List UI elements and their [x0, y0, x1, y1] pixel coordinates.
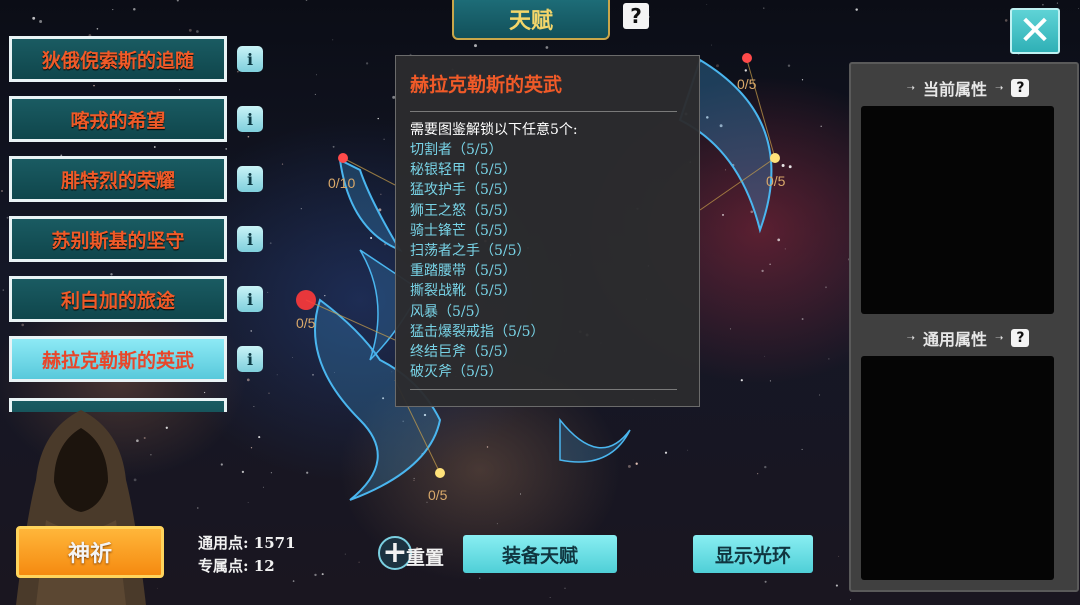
talent-item: 喀戎的希望 i: [9, 96, 269, 148]
general-attributes-header: ➝ 通用属性 ➝ ?: [851, 326, 1077, 350]
requirement-item: 扫荡者之手（5/5）: [410, 243, 531, 260]
talent-item: 狄俄倪索斯的追随 i: [9, 36, 269, 88]
info-icon[interactable]: i: [237, 46, 263, 72]
help-icon[interactable]: ?: [1011, 79, 1030, 97]
requirement-item: 撕裂战靴（5/5）: [410, 283, 517, 300]
info-icon[interactable]: i: [237, 106, 263, 132]
talent-item: 腓特烈的荣耀 i: [9, 156, 269, 208]
general-points-value: 1571: [253, 534, 296, 552]
arrow-left-icon: ➝: [906, 332, 915, 344]
show-halo-button[interactable]: 显示光环: [693, 535, 813, 573]
tooltip-requirement: 需要图鉴解锁以下任意5个:: [410, 122, 578, 138]
reset-button[interactable]: 重置: [406, 543, 444, 570]
talent-item: 苏别斯基的坚守 i: [9, 216, 269, 268]
general-points-label: 通用点:: [198, 534, 249, 552]
exclusive-points-label: 专属点:: [198, 557, 249, 575]
constellation-node-4[interactable]: [296, 290, 316, 310]
current-attributes-label: 当前属性: [922, 80, 987, 99]
node-label: 0/5: [766, 173, 786, 189]
arrow-left-icon: ➝: [906, 82, 915, 94]
requirement-item: 猛攻护手（5/5）: [410, 182, 517, 199]
talent-button[interactable]: 赫拉克勒斯的英武: [9, 336, 227, 382]
current-attributes-box: [861, 106, 1054, 314]
info-icon[interactable]: i: [237, 226, 263, 252]
tooltip-title: 赫拉克勒斯的英武: [410, 74, 563, 96]
constellation-node-1[interactable]: [742, 53, 752, 63]
info-icon[interactable]: i: [237, 286, 263, 312]
constellation-node-5[interactable]: [435, 468, 445, 478]
info-icon[interactable]: i: [237, 166, 263, 192]
general-attributes-box: [861, 356, 1054, 580]
requirement-item: 狮王之怒（5/5）: [410, 202, 517, 219]
talent-button[interactable]: 喀戎的希望: [9, 96, 227, 142]
talent-button[interactable]: 苏别斯基的坚守: [9, 216, 227, 262]
arrow-right-icon: ➝: [995, 82, 1004, 94]
node-label: 0/5: [737, 76, 757, 92]
divider: [410, 389, 677, 390]
requirement-item: 重踏腰带（5/5）: [410, 263, 517, 280]
pray-button[interactable]: 神祈: [16, 526, 164, 578]
constellation-node-2[interactable]: [338, 153, 348, 163]
help-icon[interactable]: ?: [623, 3, 649, 29]
requirement-item: 骑士锋芒（5/5）: [410, 222, 517, 239]
requirement-item: 猛击爆裂戒指（5/5）: [410, 323, 545, 340]
current-attributes-header: ➝ 当前属性 ➝ ?: [851, 76, 1077, 100]
exclusive-points-value: 12: [253, 557, 275, 575]
help-icon[interactable]: ?: [1011, 329, 1030, 347]
node-label: 0/10: [328, 175, 355, 191]
requirement-item: 切割者（5/5）: [410, 142, 503, 158]
requirement-item: 秘银轻甲（5/5）: [410, 162, 517, 179]
points-display: 通用点: 1571 专属点: 12: [198, 532, 296, 578]
requirement-item: 破灭斧（5/5）: [410, 364, 503, 381]
equip-talent-button[interactable]: 装备天赋: [463, 535, 617, 573]
talent-button[interactable]: 腓特烈的荣耀: [9, 156, 227, 202]
constellation-node-3[interactable]: [770, 153, 780, 163]
talent-tooltip: 赫拉克勒斯的英武 需要图鉴解锁以下任意5个: 切割者（5/5） 秘银轻甲（5/5…: [395, 55, 700, 407]
talent-item-selected: 赫拉克勒斯的英武 i: [9, 336, 269, 388]
close-button[interactable]: ✕: [1010, 8, 1060, 54]
node-label: 0/5: [296, 315, 316, 331]
requirement-item: 终结巨斧（5/5）: [410, 344, 517, 361]
talent-button[interactable]: 狄俄倪索斯的追随: [9, 36, 227, 82]
tab-talent[interactable]: 天赋: [452, 0, 610, 40]
node-label: 0/5: [428, 487, 448, 503]
talent-item: 利白加的旅途 i: [9, 276, 269, 328]
attributes-panel: ➝ 当前属性 ➝ ? ➝ 通用属性 ➝ ?: [849, 62, 1079, 592]
arrow-right-icon: ➝: [995, 332, 1004, 344]
info-icon[interactable]: i: [237, 346, 263, 372]
general-attributes-label: 通用属性: [922, 330, 987, 349]
divider: [410, 111, 677, 112]
requirement-item: 风暴（5/5）: [410, 303, 489, 320]
talent-button[interactable]: 利白加的旅途: [9, 276, 227, 322]
